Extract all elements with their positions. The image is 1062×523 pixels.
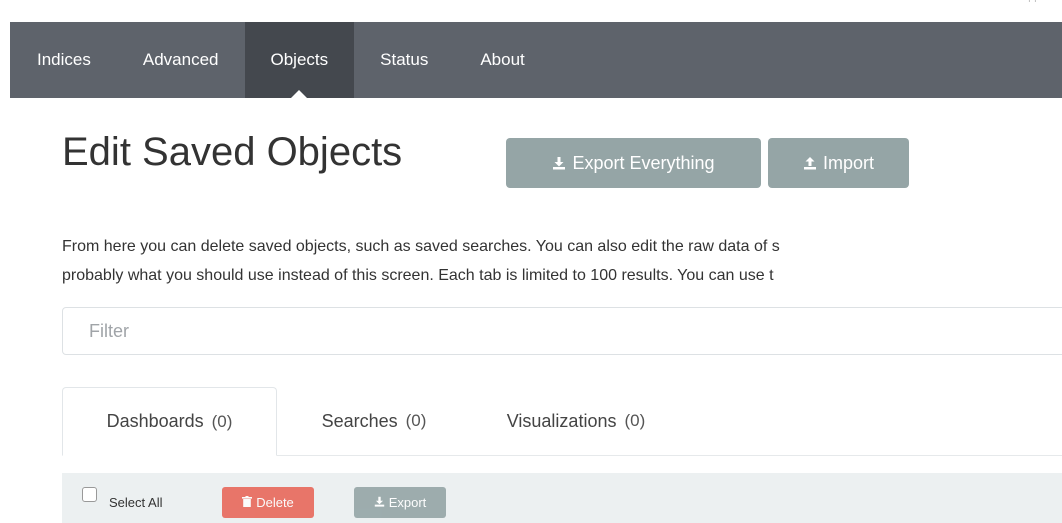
- description-line-2: probably what you should use instead of …: [62, 267, 774, 284]
- export-everything-button[interactable]: Export Everything: [506, 138, 761, 188]
- page-description: From here you can delete saved objects, …: [62, 232, 1062, 290]
- page: ˙˙ Indices Advanced Objects Status About…: [0, 0, 1062, 523]
- tab-count: (0): [211, 411, 233, 431]
- select-all-label: Select All: [109, 495, 163, 510]
- download-icon: [552, 156, 566, 170]
- tab-count: (0): [624, 411, 646, 430]
- tab-searches[interactable]: Searches (0): [284, 387, 464, 455]
- tab-label: Visualizations: [506, 410, 617, 431]
- top-strip: ˙˙: [0, 0, 1062, 22]
- nav-item-objects[interactable]: Objects: [244, 22, 355, 98]
- tab-count: (0): [405, 411, 427, 430]
- tab-label: Dashboards: [106, 411, 204, 431]
- tab-dashboards[interactable]: Dashboards (0): [62, 387, 277, 456]
- export-everything-label: Export Everything: [572, 152, 715, 173]
- filter-input[interactable]: [62, 307, 1062, 355]
- nav-item-label: Status: [380, 50, 429, 69]
- import-label: Import: [822, 152, 874, 173]
- select-all-checkbox[interactable]: [82, 487, 97, 502]
- nav-item-indices[interactable]: Indices: [10, 22, 117, 98]
- upload-icon: [803, 156, 817, 170]
- export-button[interactable]: Export: [354, 487, 446, 518]
- top-navbar: Indices Advanced Objects Status About: [10, 22, 1062, 98]
- import-button[interactable]: Import: [768, 138, 909, 188]
- overflow-dots-icon: ˙˙: [1028, 0, 1040, 12]
- objects-toolbar: Select All Delete Export: [62, 473, 1062, 523]
- nav-item-status[interactable]: Status: [354, 22, 454, 98]
- nav-item-advanced[interactable]: Advanced: [117, 22, 245, 98]
- delete-label: Delete: [256, 495, 294, 510]
- delete-button[interactable]: Delete: [222, 487, 314, 518]
- object-tabs: Dashboards (0) Searches (0) Visualizatio…: [62, 387, 1062, 456]
- nav-item-label: Objects: [270, 50, 329, 69]
- nav-item-about[interactable]: About: [454, 22, 550, 98]
- trash-icon: [242, 495, 253, 510]
- description-line-1: From here you can delete saved objects, …: [62, 238, 780, 255]
- tab-label: Searches: [321, 410, 398, 431]
- nav-item-label: Advanced: [142, 50, 219, 69]
- page-title: Edit Saved Objects: [62, 130, 403, 174]
- nav-item-label: Indices: [37, 50, 91, 69]
- download-icon: [374, 495, 385, 510]
- tab-visualizations[interactable]: Visualizations (0): [470, 387, 682, 455]
- nav-item-label: About: [480, 50, 525, 69]
- export-label: Export: [388, 495, 427, 510]
